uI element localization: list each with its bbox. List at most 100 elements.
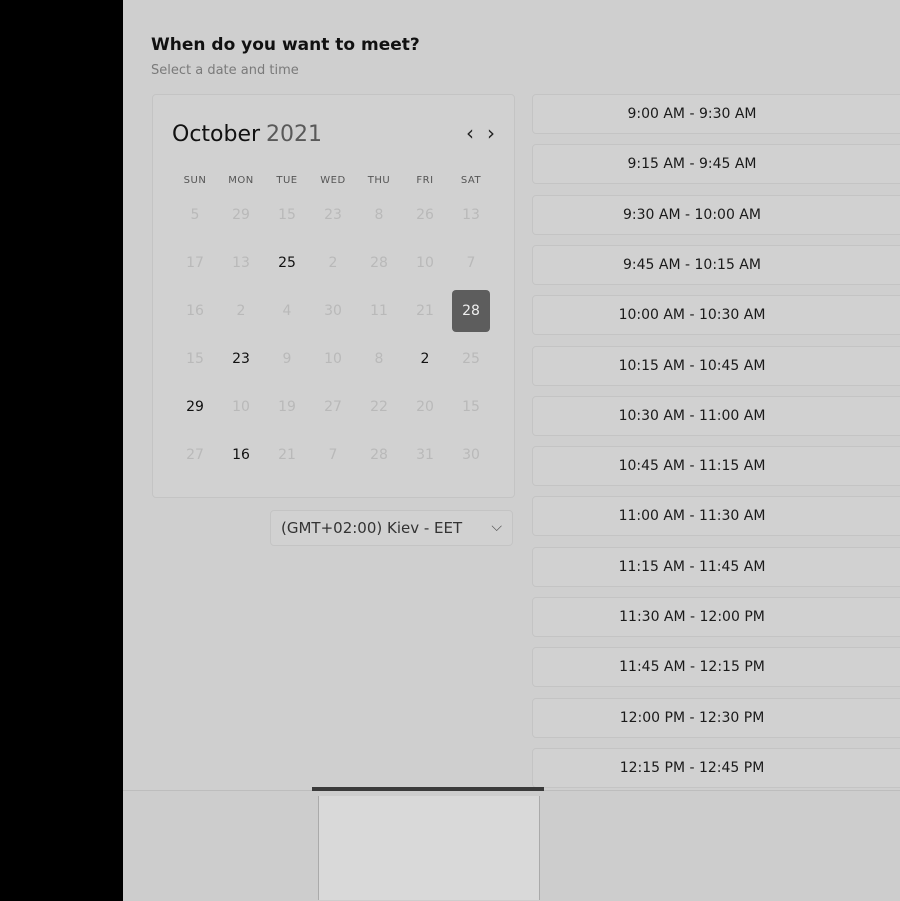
calendar-day-label: 19	[278, 399, 296, 415]
time-slot-label: 9:00 AM - 9:30 AM	[627, 106, 757, 122]
calendar-day-label: 8	[374, 207, 384, 223]
weekday-label: WED	[320, 175, 346, 186]
time-slot-button[interactable]: 10:15 AM - 10:45 AM	[532, 346, 900, 386]
time-slot-label: 11:00 AM - 11:30 AM	[618, 508, 766, 524]
calendar-day[interactable]: 23	[218, 335, 264, 383]
time-slot-button[interactable]: 11:30 AM - 12:00 PM	[532, 597, 900, 637]
time-slot-button[interactable]: 12:00 PM - 12:30 PM	[532, 698, 900, 738]
calendar-day: 10	[402, 239, 448, 287]
calendar-day-label: 11	[370, 303, 388, 319]
time-slot-button[interactable]: 12:15 PM - 12:45 PM	[532, 748, 900, 788]
chevron-right-icon[interactable]: ›	[482, 123, 500, 144]
calendar-day-label: 10	[324, 351, 342, 367]
calendar-day: 10	[218, 383, 264, 431]
calendar-day: 31	[402, 431, 448, 479]
calendar-day-label: 16	[186, 303, 204, 319]
calendar-day-label: 20	[416, 399, 434, 415]
time-slot-button[interactable]: 11:00 AM - 11:30 AM	[532, 496, 900, 536]
calendar-day-label: 26	[416, 207, 434, 223]
left-black-strip	[0, 0, 123, 900]
calendar-day: 10	[310, 335, 356, 383]
calendar-day: 17	[172, 239, 218, 287]
calendar-month-title: October 2021	[172, 122, 322, 147]
time-slot-button[interactable]: 9:15 AM - 9:45 AM	[532, 144, 900, 184]
time-slot-label: 9:45 AM - 10:15 AM	[623, 257, 761, 273]
calendar-day: 27	[172, 431, 218, 479]
time-slot-label: 9:30 AM - 10:00 AM	[623, 207, 761, 223]
calendar-day-label: 2	[236, 303, 246, 319]
footer-panel	[318, 796, 540, 900]
weekday-label: THU	[367, 175, 391, 186]
calendar-day: 11	[356, 287, 402, 335]
calendar-day: 8	[356, 191, 402, 239]
time-slot-button[interactable]: 10:45 AM - 11:15 AM	[532, 446, 900, 486]
calendar-day[interactable]: 25	[264, 239, 310, 287]
weekday-label: TUE	[276, 175, 298, 186]
calendar-day-label: 15	[186, 351, 204, 367]
calendar-day-label: 28	[370, 255, 388, 271]
section-subtitle: Select a date and time	[151, 63, 299, 78]
calendar-day: 2	[310, 239, 356, 287]
calendar-day-label: 31	[416, 447, 434, 463]
calendar-day-label: 5	[190, 207, 200, 223]
calendar-day-label: 21	[416, 303, 434, 319]
calendar-day[interactable]: 29	[172, 383, 218, 431]
time-slot-button[interactable]: 9:30 AM - 10:00 AM	[532, 195, 900, 235]
footer-handle	[312, 787, 544, 791]
calendar-day-label: 15	[278, 207, 296, 223]
time-slot-button[interactable]: 11:15 AM - 11:45 AM	[532, 547, 900, 587]
calendar-day-label: 21	[278, 447, 296, 463]
time-slot-label: 11:45 AM - 12:15 PM	[619, 659, 765, 675]
time-slot-button[interactable]: 10:00 AM - 10:30 AM	[532, 295, 900, 335]
calendar-day: 28	[356, 239, 402, 287]
time-slot-label: 11:15 AM - 11:45 AM	[618, 559, 766, 575]
calendar-day-label: 9	[282, 351, 292, 367]
calendar-day[interactable]: 2	[402, 335, 448, 383]
calendar-day: 23	[310, 191, 356, 239]
time-slot-label: 12:00 PM - 12:30 PM	[619, 710, 765, 726]
weekday-label: SAT	[460, 175, 482, 186]
time-slot-button[interactable]: 11:45 AM - 12:15 PM	[532, 647, 900, 687]
calendar-day-label: 17	[186, 255, 204, 271]
calendar-day-label: 13	[232, 255, 250, 271]
calendar-day: 15	[172, 335, 218, 383]
calendar-day-label: 25	[278, 255, 296, 271]
weekday-label: MON	[228, 175, 254, 186]
calendar-day-label: 2	[328, 255, 338, 271]
calendar-day: 8	[356, 335, 402, 383]
calendar-day-label: 28	[370, 447, 388, 463]
calendar-day-label: 27	[186, 447, 204, 463]
calendar-day: 2	[218, 287, 264, 335]
chevron-left-icon[interactable]: ‹	[461, 123, 479, 144]
time-slot-label: 12:15 PM - 12:45 PM	[619, 760, 765, 776]
calendar-day-label: 23	[232, 351, 250, 367]
calendar-day-label: 23	[324, 207, 342, 223]
calendar-day: 19	[264, 383, 310, 431]
weekday-header: SUN MON TUE WED THU FRI SAT	[172, 175, 497, 186]
time-slot-button[interactable]: 9:45 AM - 10:15 AM	[532, 245, 900, 285]
calendar-day: 21	[402, 287, 448, 335]
calendar-day: 22	[356, 383, 402, 431]
calendar-month: October	[172, 122, 261, 147]
calendar-day: 4	[264, 287, 310, 335]
weekday-label: SUN	[183, 175, 207, 186]
calendar-day[interactable]: 16	[218, 431, 264, 479]
calendar-day-label: 30	[324, 303, 342, 319]
calendar-days-grid: 5 29 15 23 8 26 13 17 13 25 2 28 10 7 16 2 4 30 11 21 28 15 23…	[172, 191, 502, 479]
calendar-year: 2021	[266, 122, 323, 147]
calendar-day-label: 2	[420, 351, 430, 367]
calendar-day-label: 16	[232, 447, 250, 463]
time-slot-label: 10:15 AM - 10:45 AM	[618, 358, 766, 374]
calendar-day: 29	[218, 191, 264, 239]
calendar: October 2021 ‹ › SUN MON TUE WED THU FRI SAT 52…	[152, 94, 515, 498]
calendar-day-label: 4	[282, 303, 292, 319]
calendar-day-label: 22	[370, 399, 388, 415]
time-slot-label: 11:30 AM - 12:00 PM	[619, 609, 765, 625]
calendar-day: 21	[264, 431, 310, 479]
time-slot-button[interactable]: 9:00 AM - 9:30 AM	[532, 94, 900, 134]
calendar-day-label: 29	[186, 399, 204, 415]
time-slot-label: 10:30 AM - 11:00 AM	[618, 408, 766, 424]
calendar-day-label: 10	[416, 255, 434, 271]
time-slot-button[interactable]: 10:30 AM - 11:00 AM	[532, 396, 900, 436]
time-slot-label: 10:45 AM - 11:15 AM	[618, 458, 766, 474]
